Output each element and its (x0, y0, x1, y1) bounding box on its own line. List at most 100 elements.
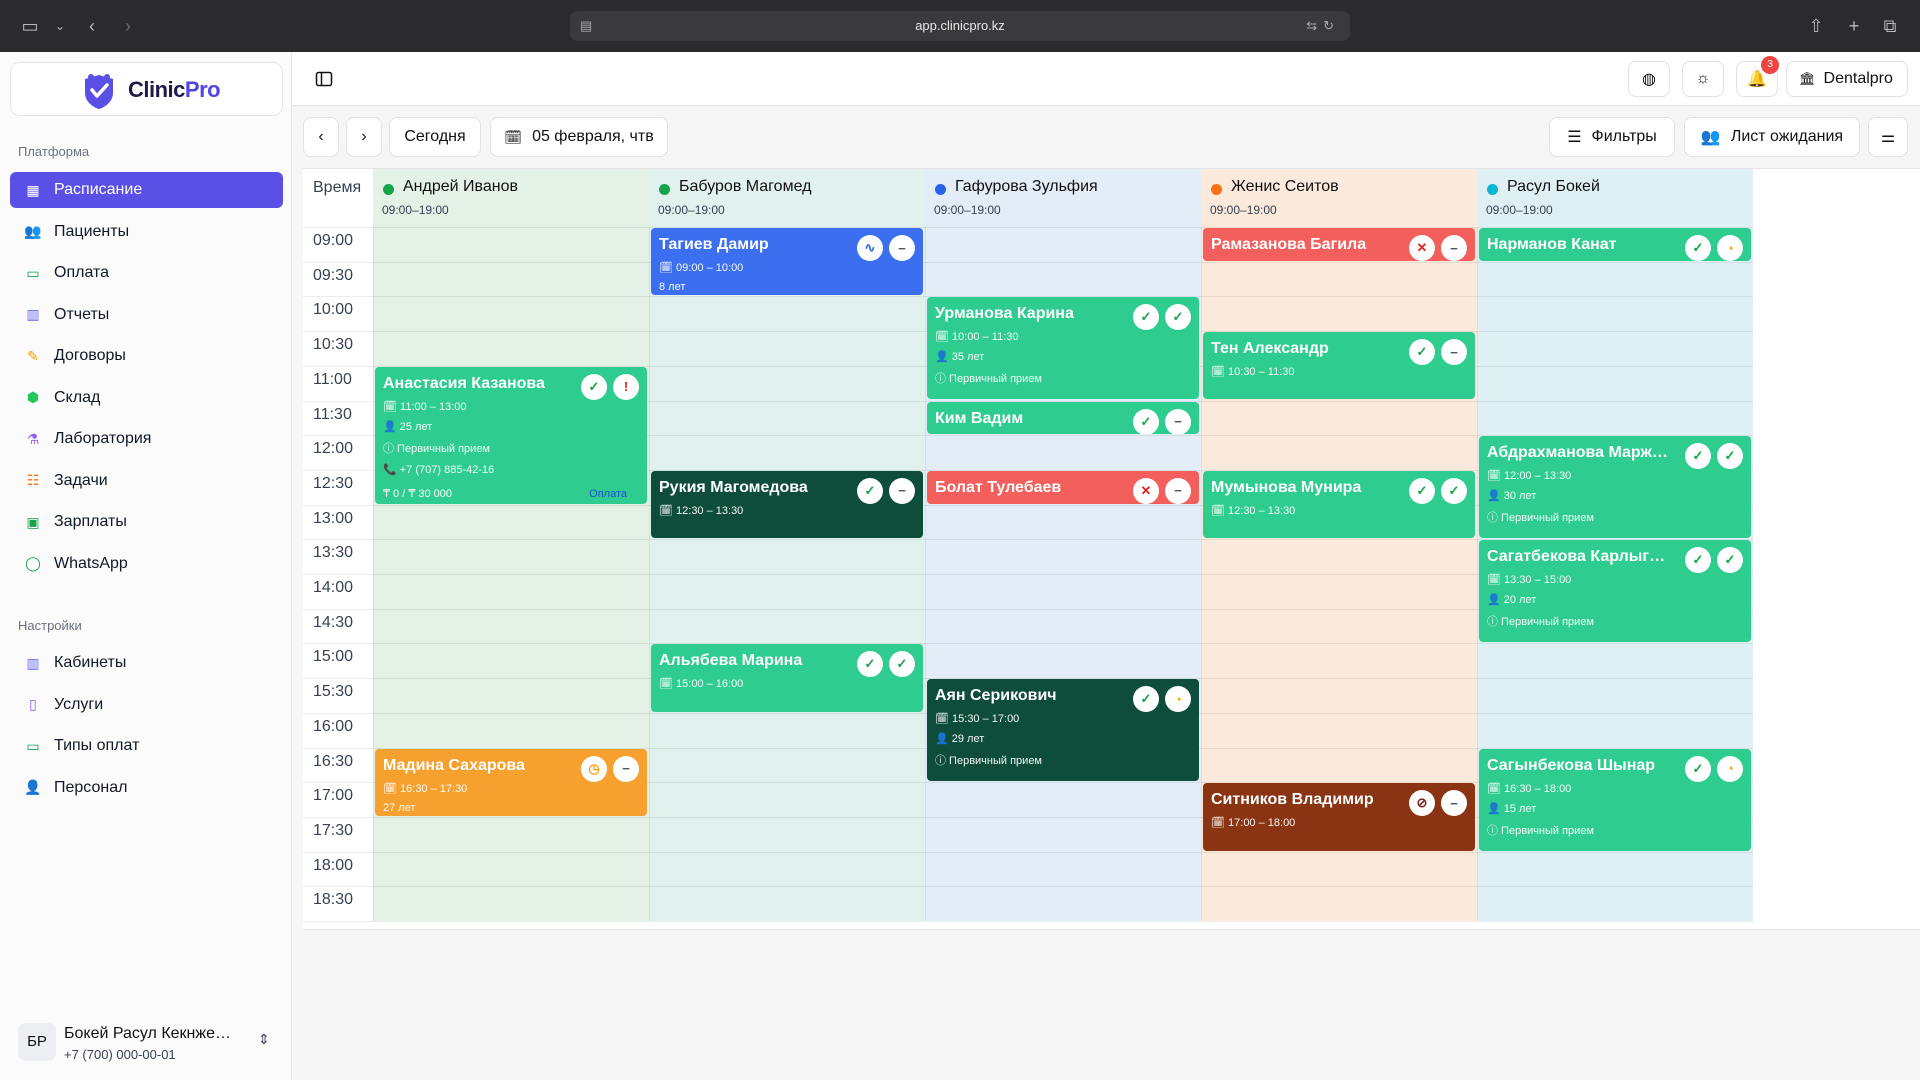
logo[interactable]: ClinicPro (10, 62, 283, 116)
share-icon[interactable]: ⇧ (1802, 12, 1830, 40)
status-icon[interactable]: ✓ (1165, 304, 1191, 331)
translate-reload-icons[interactable]: ⇆↻ (1306, 11, 1340, 41)
appointment-card[interactable]: Аян Серикович 🗓 15:30 – 17:00 👤 29 лет ⓘ Пе… (927, 679, 1199, 782)
sidebar-item-platform-8[interactable]: ▣ Зарплаты (10, 504, 283, 540)
sidebar-item-platform-4[interactable]: ✎ Договоры (10, 338, 283, 374)
appointment-card[interactable]: Абдрахманова Марж… 🗓 12:00 – 13:30 👤 30 ле… (1479, 436, 1751, 539)
status-icon[interactable]: ✓ (1409, 339, 1435, 366)
status-icon[interactable]: ∿ (857, 235, 883, 261)
appointment-card[interactable]: Альябева Марина 🗓 15:00 – 16:00 ✓ ✓ (651, 644, 923, 712)
tabs-overview-icon[interactable]: ⧉ (1876, 12, 1904, 40)
appointment-card[interactable]: Мадина Сахарова 🗓 16:30 – 17:30 27 лет ◷ − (375, 748, 647, 816)
theme-toggle-button[interactable]: ☼ (1682, 61, 1724, 97)
status-icon[interactable]: ✓ (1133, 408, 1159, 435)
appointment-card[interactable]: Ситников Владимир 🗓 17:00 – 18:00 ⊘ − (1203, 783, 1475, 851)
notifications-button[interactable]: 🔔 3 (1736, 56, 1779, 97)
status-icon[interactable]: ✓ (1133, 686, 1159, 713)
sidebar-item-label: Типы оплат (54, 737, 140, 754)
appointment-card[interactable]: Рукия Магомедова 🗓 12:30 – 13:30 ✓ − (651, 470, 923, 539)
new-tab-icon[interactable]: + (1840, 12, 1868, 40)
sidebar-item-platform-5[interactable]: ⬢ Склад (10, 380, 283, 416)
sidebar-item-platform-9[interactable]: ◯ WhatsApp (10, 546, 283, 582)
status-icon[interactable]: ◷ (581, 755, 607, 782)
sidebar-item-platform-0[interactable]: ▦ Расписание (10, 172, 283, 208)
back-icon[interactable]: ‹ (78, 12, 106, 40)
status-icon[interactable]: ◔ (1717, 755, 1743, 782)
tasks-icon: ☷ (26, 472, 40, 488)
appointment-card[interactable]: Ким Вадим ✓ − (927, 401, 1199, 435)
sidebar-item-settings-3[interactable]: 👤 Персонал (10, 770, 283, 806)
status-icon[interactable]: ! (613, 373, 639, 400)
status-icon[interactable]: ✓ (581, 373, 607, 400)
address-bar[interactable]: ▤ app.clinicpro.kz ⇆↻ (570, 11, 1350, 41)
status-icon[interactable]: ✓ (889, 651, 915, 678)
appointment-card[interactable]: Тагиев Дамир 🗓 09:00 – 10:00 8 лет ∿ − (651, 228, 923, 296)
status-icon[interactable]: − (1441, 339, 1467, 366)
date-picker-button[interactable]: 🗓 05 февраля, чтв (490, 117, 668, 157)
status-icon[interactable]: ✓ (1685, 755, 1711, 782)
chevron-down-icon[interactable]: ⌄ (46, 12, 74, 40)
sidebar-item-platform-3[interactable]: ▥ Отчеты (10, 297, 283, 333)
status-icon[interactable]: ✓ (857, 651, 883, 678)
chevron-updown-icon[interactable]: ⇕ (258, 1031, 270, 1048)
payment-link[interactable]: Оплата (589, 488, 627, 500)
sidebar-toggle-icon[interactable]: ▭ (16, 12, 44, 40)
workspace-button[interactable]: 🏛 Dentalpro (1786, 61, 1908, 97)
status-icon[interactable]: − (1441, 790, 1467, 817)
waitlist-button[interactable]: 👥 Лист ожидания (1684, 117, 1860, 157)
status-icon[interactable]: ✓ (1441, 477, 1467, 504)
appointment-card[interactable]: Нарманов Канат ✓ ◔ (1479, 228, 1751, 261)
user-menu[interactable]: БР Бокей Расул Кекнже… +7 (700) 000-00-0… (18, 1017, 278, 1067)
status-icon[interactable]: ✕ (1133, 477, 1159, 504)
appointment-card[interactable]: Мумынова Мунира 🗓 12:30 – 13:30 ✓ ✓ (1203, 470, 1475, 539)
next-day-button[interactable]: › (346, 117, 382, 157)
doctor-column-header[interactable]: Женис Сеитов 09:00–19:00 (1201, 169, 1477, 227)
sidebar-item-platform-1[interactable]: 👥 Пациенты (10, 214, 283, 250)
sidebar-item-settings-0[interactable]: ▥ Кабинеты (10, 645, 283, 681)
appointment-card[interactable]: Рамазанова Багила ✕ − (1203, 228, 1475, 261)
prev-day-button[interactable]: ‹ (303, 117, 339, 157)
status-icon[interactable]: ✓ (1717, 547, 1743, 574)
sidebar-item-platform-7[interactable]: ☷ Задачи (10, 463, 283, 499)
doctor-column-header[interactable]: Гафурова Зульфия 09:00–19:00 (925, 169, 1201, 227)
status-icon[interactable]: − (889, 477, 915, 504)
status-icon[interactable]: − (613, 755, 639, 782)
appointment-card[interactable]: Сагатбекова Карлыг… 🗓 13:30 – 15:00 👤 20 л… (1479, 540, 1751, 643)
status-icon[interactable]: ⊘ (1409, 790, 1435, 817)
sidebar-item-platform-6[interactable]: ⚗ Лаборатория (10, 421, 283, 457)
status-icon[interactable]: ✓ (1685, 443, 1711, 470)
doctor-column-header[interactable]: Расул Бокей 09:00–19:00 (1477, 169, 1753, 227)
status-icon[interactable]: ✓ (1409, 477, 1435, 504)
page-settings-icon[interactable]: ▤ (580, 11, 592, 41)
today-button[interactable]: Сегодня (389, 117, 481, 157)
appointment-card[interactable]: Сагынбекова Шынар 🗓 16:30 – 18:00 👤 15 лет… (1479, 748, 1751, 851)
status-icon[interactable]: ◔ (1165, 686, 1191, 713)
status-icon[interactable]: ✓ (1717, 443, 1743, 470)
doctor-column-header[interactable]: Бабуров Магомед 09:00–19:00 (649, 169, 925, 227)
status-icon[interactable]: − (1165, 477, 1191, 504)
appointment-card[interactable]: Анастасия Казанова 🗓 11:00 – 13:00 👤 25 ле… (375, 366, 647, 504)
status-icon[interactable]: − (889, 235, 915, 261)
status-icon[interactable]: ✓ (1133, 304, 1159, 331)
status-icon[interactable]: ✓ (1685, 547, 1711, 574)
appointment-card[interactable]: Болат Тулебаев ✕ − (927, 470, 1199, 504)
sidebar-item-label: Расписание (54, 181, 143, 198)
doctor-column-header[interactable]: Андрей Иванов 09:00–19:00 (373, 169, 649, 227)
status-icon[interactable]: ◔ (1717, 235, 1743, 261)
language-button[interactable]: ◍ (1628, 61, 1670, 97)
sidebar-collapse-button[interactable] (307, 61, 341, 97)
appointment-detail: ⓘ Первичный прием (935, 373, 1042, 386)
appointment-card[interactable]: Тен Александр 🗓 10:30 – 11:30 ✓ − (1203, 332, 1475, 400)
status-icon[interactable]: ✓ (857, 477, 883, 504)
sidebar-item-platform-2[interactable]: ▭ Оплата (10, 255, 283, 291)
status-icon[interactable]: − (1441, 235, 1467, 261)
status-icon[interactable]: ✓ (1685, 235, 1711, 261)
filters-button[interactable]: ☰ Фильтры (1549, 117, 1675, 157)
appointment-card[interactable]: Урманова Карина 🗓 10:00 – 11:30 👤 35 лет ⓘ … (927, 297, 1199, 400)
sidebar-item-settings-1[interactable]: ▯ Услуги (10, 687, 283, 723)
sidebar-item-settings-2[interactable]: ▭ Типы оплат (10, 728, 283, 764)
settings-toggle-button[interactable]: ⚌ (1868, 117, 1908, 157)
status-icon[interactable]: ✕ (1409, 235, 1435, 261)
forward-icon[interactable]: › (114, 12, 142, 40)
status-icon[interactable]: − (1165, 408, 1191, 435)
